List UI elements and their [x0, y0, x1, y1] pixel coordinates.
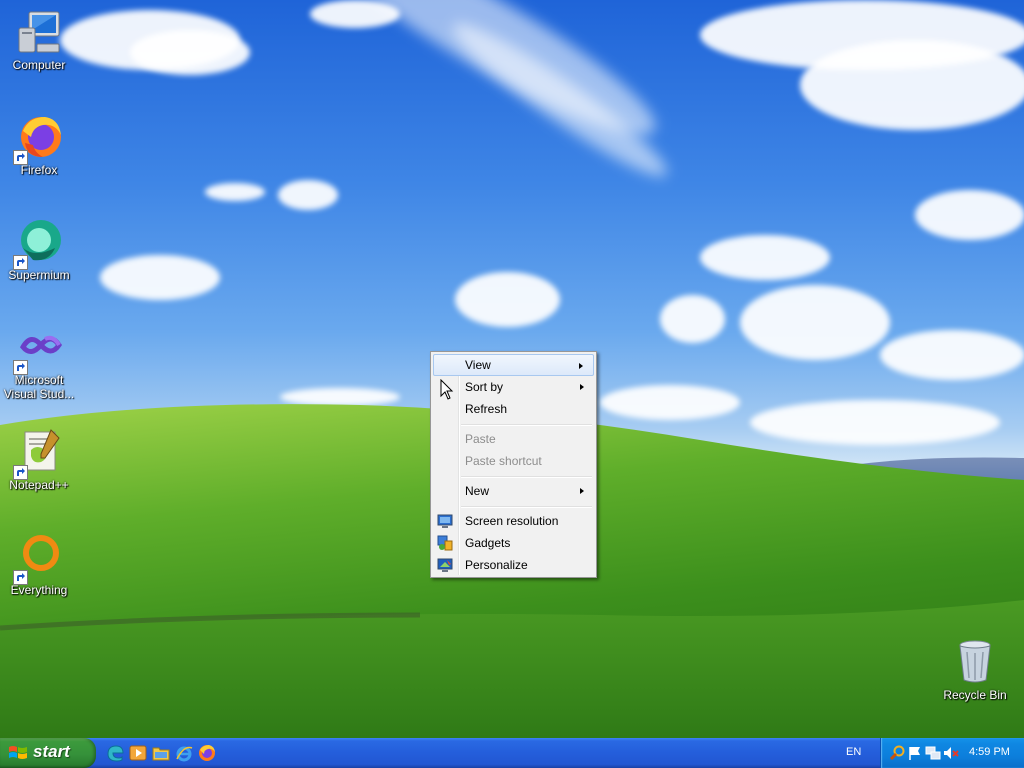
taskbar: start EN 4:59 PM [0, 738, 1024, 768]
menu-item-label: Refresh [465, 402, 508, 416]
firefox-icon[interactable] [198, 744, 216, 762]
menu-item-new[interactable]: New [433, 480, 594, 502]
desktop-icon-label: Firefox [20, 163, 58, 177]
menu-item-refresh[interactable]: Refresh [433, 398, 594, 420]
gadgets-icon [437, 535, 453, 551]
desktop-icon-recycle-bin[interactable]: Recycle Bin [935, 638, 1015, 702]
desktop-icon-visual-studio[interactable]: Microsoft Visual Stud... [0, 323, 79, 401]
search-icon[interactable] [889, 745, 905, 761]
menu-item-sort-by[interactable]: Sort by [433, 376, 594, 398]
menu-item-paste: Paste [433, 428, 594, 450]
mouse-cursor [440, 379, 454, 400]
desktop-icon-firefox[interactable]: Firefox [0, 113, 79, 177]
menu-item-label: Paste shortcut [465, 454, 542, 468]
desktop-icon-label: Microsoft Visual Stud... [3, 373, 75, 401]
internet-explorer-icon[interactable] [175, 744, 193, 762]
desktop-icon-label: Notepad++ [9, 478, 69, 492]
action-center-flag-icon[interactable] [907, 745, 923, 761]
taskbar-clock[interactable]: 4:59 PM [969, 746, 1010, 758]
desktop-icon-notepadpp[interactable]: Notepad++ [0, 428, 79, 492]
menu-separator [461, 424, 592, 426]
desktop-context-menu: View Sort by Refresh Paste Paste shortcu… [430, 351, 597, 578]
personalize-icon [437, 558, 453, 572]
desktop-icon-label: Supermium [8, 268, 70, 282]
start-label: start [33, 742, 70, 761]
network-icon[interactable] [925, 745, 941, 761]
submenu-arrow-icon [580, 384, 584, 390]
menu-item-gadgets[interactable]: Gadgets [433, 532, 594, 554]
desktop-icon-supermium[interactable]: Supermium [0, 218, 79, 282]
shortcut-arrow-icon [13, 255, 28, 270]
menu-item-screen-resolution[interactable]: Screen resolution [433, 510, 594, 532]
media-player-icon[interactable] [129, 744, 147, 762]
menu-item-view[interactable]: View [433, 354, 594, 376]
desktop-icon-label: Computer [12, 58, 66, 72]
shortcut-arrow-icon [13, 465, 28, 480]
desktop-icon-everything[interactable]: Everything [0, 533, 79, 597]
menu-item-label: Screen resolution [465, 514, 559, 528]
menu-item-label: Paste [465, 432, 496, 446]
language-indicator[interactable]: EN [846, 746, 861, 758]
monitor-icon [437, 514, 453, 528]
menu-item-paste-shortcut: Paste shortcut [433, 450, 594, 472]
volume-muted-icon[interactable] [943, 745, 959, 761]
submenu-arrow-icon [579, 363, 583, 369]
menu-item-label: New [465, 484, 490, 498]
file-explorer-icon[interactable] [152, 744, 170, 762]
menu-item-personalize[interactable]: Personalize [433, 554, 594, 576]
shortcut-arrow-icon [13, 360, 28, 375]
system-tray: 4:59 PM [880, 738, 1024, 768]
menu-item-label: View [465, 358, 491, 372]
windows-logo-icon [9, 746, 27, 759]
submenu-arrow-icon [580, 488, 584, 494]
desktop-icon-label: Recycle Bin [943, 688, 1007, 702]
desktop-icon-label: Everything [10, 583, 68, 597]
shortcut-arrow-icon [13, 150, 28, 165]
computer-icon [18, 11, 60, 53]
menu-item-label: Gadgets [465, 536, 511, 550]
recycle-bin-icon [959, 640, 991, 683]
menu-item-label: Personalize [465, 558, 528, 572]
edge-icon[interactable] [106, 744, 124, 762]
menu-separator [461, 476, 592, 478]
shortcut-arrow-icon [13, 570, 28, 585]
menu-item-label: Sort by [465, 380, 504, 394]
start-button[interactable]: start [0, 738, 96, 768]
desktop-icon-computer[interactable]: Computer [0, 8, 79, 72]
menu-separator [461, 506, 592, 508]
